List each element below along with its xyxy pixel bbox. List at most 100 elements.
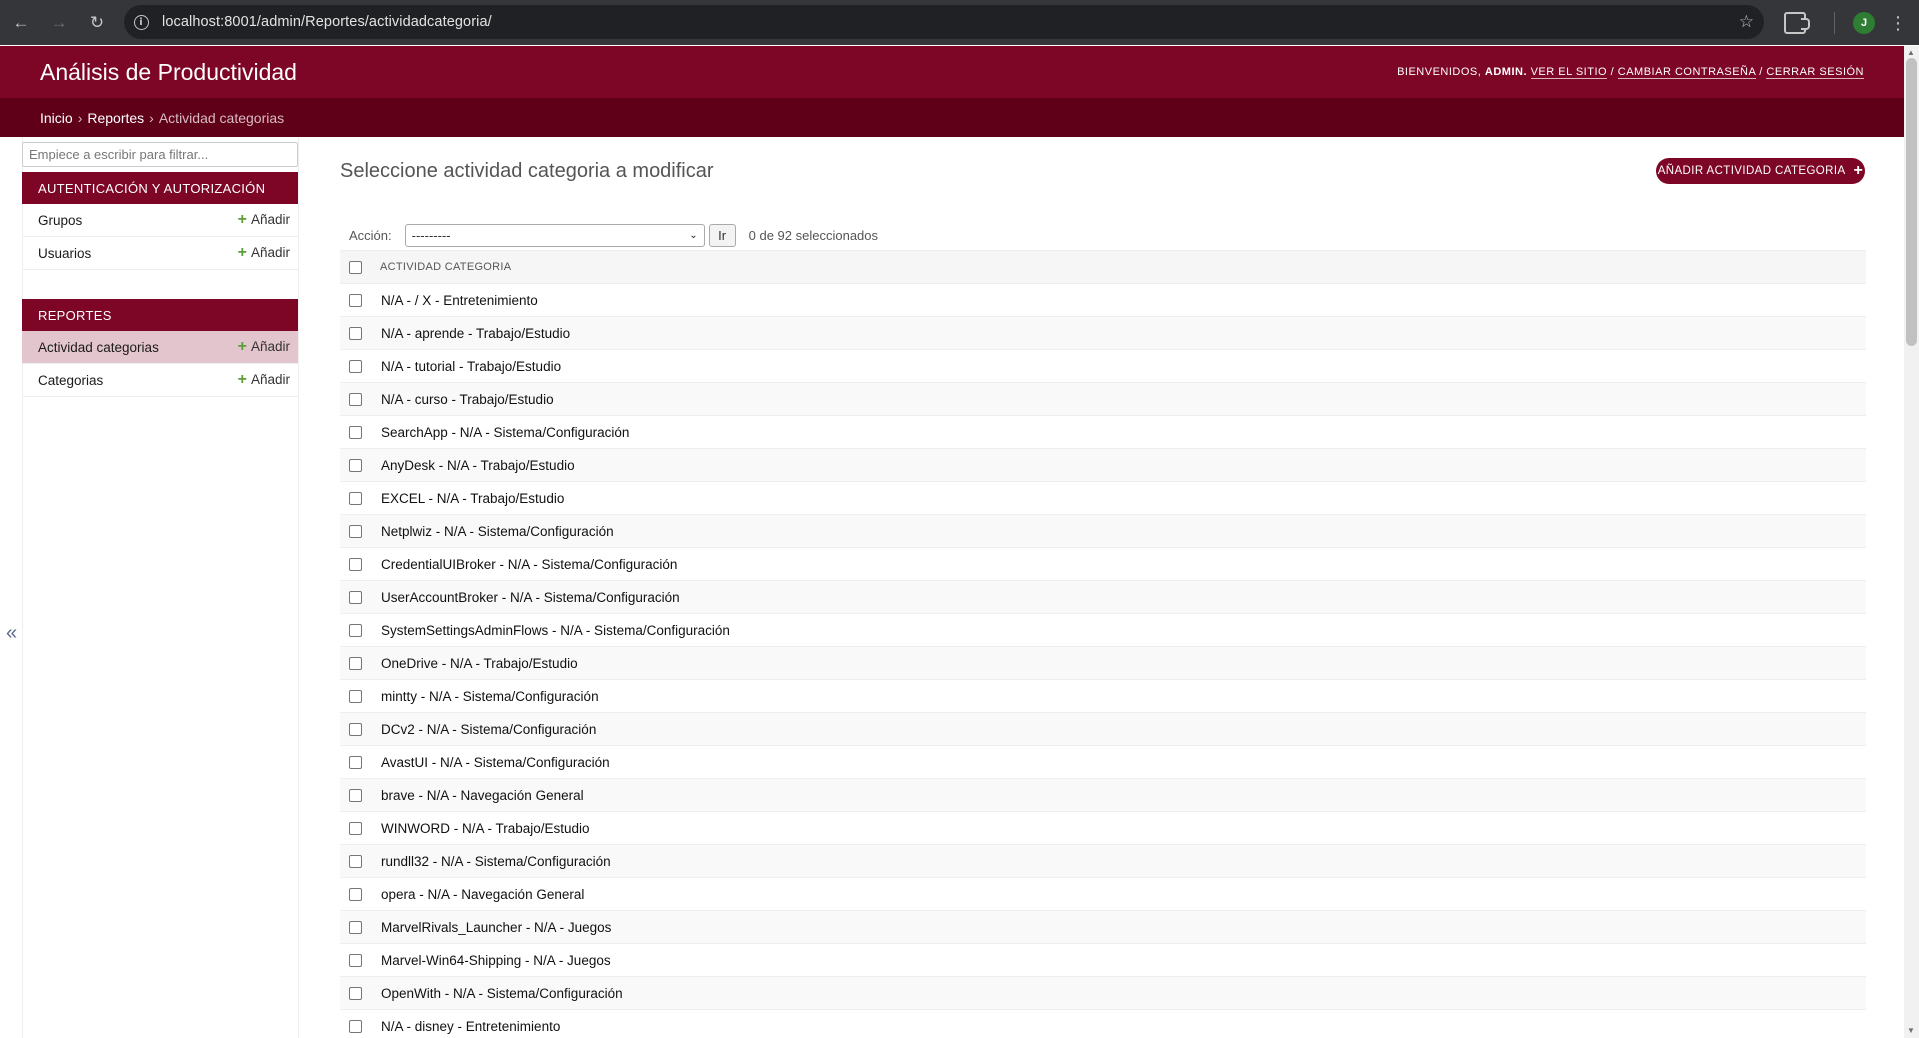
browser-menu-icon[interactable]: ⋮ xyxy=(1889,14,1907,32)
view-site-link[interactable]: VER EL SITIO xyxy=(1530,66,1608,79)
row-checkbox[interactable] xyxy=(349,657,362,671)
logout-link[interactable]: CERRAR SESIÓN xyxy=(1766,66,1864,79)
sidebar-item-label[interactable]: Categorias xyxy=(38,373,103,388)
add-grupo-link[interactable]: + Añadir xyxy=(238,211,290,229)
sidebar-filter-input[interactable] xyxy=(22,142,298,167)
row-checkbox-cell xyxy=(340,778,380,812)
row-link[interactable]: OneDrive - N/A - Trabajo/Estudio xyxy=(381,656,578,671)
address-bar[interactable]: i localhost:8001/admin/Reportes/activida… xyxy=(124,5,1764,39)
username: ADMIN. xyxy=(1484,66,1527,78)
row-checkbox[interactable] xyxy=(349,426,362,440)
plus-icon: + xyxy=(237,371,247,388)
row-link[interactable]: brave - N/A - Navegación General xyxy=(381,788,584,803)
row-link[interactable]: SystemSettingsAdminFlows - N/A - Sistema… xyxy=(381,623,730,638)
row-checkbox[interactable] xyxy=(349,921,362,935)
row-link[interactable]: rundll32 - N/A - Sistema/Configuración xyxy=(381,854,611,869)
extensions-icon[interactable] xyxy=(1784,11,1810,34)
row-checkbox-cell xyxy=(340,349,380,383)
sidebar-item-label[interactable]: Grupos xyxy=(38,213,82,228)
breadcrumb-app[interactable]: Reportes xyxy=(87,110,144,126)
row-checkbox[interactable] xyxy=(349,690,362,704)
reload-icon[interactable]: ↻ xyxy=(78,0,116,45)
module-caption-reportes[interactable]: REPORTES xyxy=(22,299,298,331)
row-checkbox[interactable] xyxy=(349,360,362,374)
row-link[interactable]: Netplwiz - N/A - Sistema/Configuración xyxy=(381,524,614,539)
row-link[interactable]: opera - N/A - Navegación General xyxy=(381,887,584,902)
row-checkbox[interactable] xyxy=(349,756,362,770)
row-link[interactable]: N/A - aprende - Trabajo/Estudio xyxy=(381,326,570,341)
bookmark-star-icon[interactable]: ☆ xyxy=(1739,12,1754,32)
breadcrumb-home[interactable]: Inicio xyxy=(40,110,73,126)
table-row: mintty - N/A - Sistema/Configuración xyxy=(340,679,1866,713)
row-link[interactable]: SearchApp - N/A - Sistema/Configuración xyxy=(381,425,629,440)
row-link[interactable]: AvastUI - N/A - Sistema/Configuración xyxy=(381,755,610,770)
row-link[interactable]: AnyDesk - N/A - Trabajo/Estudio xyxy=(381,458,575,473)
row-link[interactable]: CredentialUIBroker - N/A - Sistema/Confi… xyxy=(381,557,677,572)
row-checkbox[interactable] xyxy=(349,459,362,473)
sidebar-item-categorias[interactable]: Categorias + Añadir xyxy=(22,364,298,397)
url-text[interactable]: localhost:8001/admin/Reportes/actividadc… xyxy=(162,14,492,30)
change-password-link[interactable]: CAMBIAR CONTRASEÑA xyxy=(1617,66,1756,79)
row-link[interactable]: N/A - curso - Trabajo/Estudio xyxy=(381,392,554,407)
row-link[interactable]: DCv2 - N/A - Sistema/Configuración xyxy=(381,722,596,737)
row-checkbox[interactable] xyxy=(349,294,362,308)
separator: / xyxy=(1759,66,1763,78)
row-checkbox[interactable] xyxy=(349,987,362,1001)
row-checkbox[interactable] xyxy=(349,888,362,902)
row-name-cell: mintty - N/A - Sistema/Configuración xyxy=(380,679,1866,713)
module-caption-auth[interactable]: AUTENTICACIÓN Y AUTORIZACIÓN xyxy=(22,172,298,204)
add-actividad-categoria-button[interactable]: AÑADIR ACTIVIDAD CATEGORIA + xyxy=(1656,158,1865,184)
site-title[interactable]: Análisis de Productividad xyxy=(40,59,297,86)
sidebar-item-usuarios[interactable]: Usuarios + Añadir xyxy=(22,237,298,270)
forward-arrow-icon[interactable]: → xyxy=(40,0,78,45)
sidebar-collapse-icon[interactable]: « xyxy=(6,622,17,645)
table-row: AnyDesk - N/A - Trabajo/Estudio xyxy=(340,448,1866,482)
row-link[interactable]: Marvel-Win64-Shipping - N/A - Juegos xyxy=(381,953,611,968)
row-checkbox[interactable] xyxy=(349,591,362,605)
add-usuario-link[interactable]: + Añadir xyxy=(238,244,290,262)
row-checkbox[interactable] xyxy=(349,1020,362,1034)
add-categoria-link[interactable]: + Añadir xyxy=(238,371,290,389)
select-all-cell xyxy=(340,250,380,284)
row-checkbox[interactable] xyxy=(349,855,362,869)
row-name-cell: N/A - / X - Entretenimiento xyxy=(380,283,1866,317)
go-button[interactable]: Ir xyxy=(708,223,736,247)
row-checkbox[interactable] xyxy=(349,822,362,836)
action-select-value: --------- xyxy=(411,227,451,243)
row-link[interactable]: N/A - / X - Entretenimiento xyxy=(381,293,538,308)
row-checkbox[interactable] xyxy=(349,723,362,737)
row-checkbox[interactable] xyxy=(349,525,362,539)
sidebar-item-label[interactable]: Usuarios xyxy=(38,246,91,261)
row-checkbox[interactable] xyxy=(349,393,362,407)
row-link[interactable]: WINWORD - N/A - Trabajo/Estudio xyxy=(381,821,590,836)
row-checkbox[interactable] xyxy=(349,624,362,638)
site-info-icon[interactable]: i xyxy=(124,5,158,39)
row-checkbox[interactable] xyxy=(349,789,362,803)
row-link[interactable]: UserAccountBroker - N/A - Sistema/Config… xyxy=(381,590,680,605)
sidebar-item-actividad-categorias[interactable]: Actividad categorias + Añadir xyxy=(22,331,298,364)
action-select[interactable]: --------- ⌄ xyxy=(404,223,705,247)
row-checkbox[interactable] xyxy=(349,492,362,506)
row-checkbox[interactable] xyxy=(349,558,362,572)
row-link[interactable]: N/A - tutorial - Trabajo/Estudio xyxy=(381,359,561,374)
column-header-actividad-categoria[interactable]: ACTIVIDAD CATEGORIA xyxy=(380,250,1866,284)
row-link[interactable]: OpenWith - N/A - Sistema/Configuración xyxy=(381,986,623,1001)
scroll-up-arrow-icon[interactable]: ▲ xyxy=(1907,48,1915,57)
sidebar-item-grupos[interactable]: Grupos + Añadir xyxy=(22,204,298,237)
scroll-down-arrow-icon[interactable]: ▼ xyxy=(1907,1026,1915,1035)
add-actividad-categoria-link[interactable]: + Añadir xyxy=(238,338,290,356)
row-link[interactable]: MarvelRivals_Launcher - N/A - Juegos xyxy=(381,920,611,935)
back-arrow-icon[interactable]: ← xyxy=(2,0,40,45)
sidebar-item-label[interactable]: Actividad categorias xyxy=(38,340,159,355)
row-link[interactable]: N/A - disney - Entretenimiento xyxy=(381,1019,560,1034)
row-link[interactable]: mintty - N/A - Sistema/Configuración xyxy=(381,689,599,704)
scrollbar-thumb[interactable] xyxy=(1906,58,1917,346)
row-link[interactable]: EXCEL - N/A - Trabajo/Estudio xyxy=(381,491,564,506)
row-checkbox[interactable] xyxy=(349,954,362,968)
row-name-cell: CredentialUIBroker - N/A - Sistema/Confi… xyxy=(380,547,1866,581)
table-row: SystemSettingsAdminFlows - N/A - Sistema… xyxy=(340,613,1866,647)
row-name-cell: AvastUI - N/A - Sistema/Configuración xyxy=(380,745,1866,779)
row-checkbox[interactable] xyxy=(349,327,362,341)
select-all-checkbox[interactable] xyxy=(349,260,362,274)
profile-avatar[interactable]: J xyxy=(1853,11,1875,34)
